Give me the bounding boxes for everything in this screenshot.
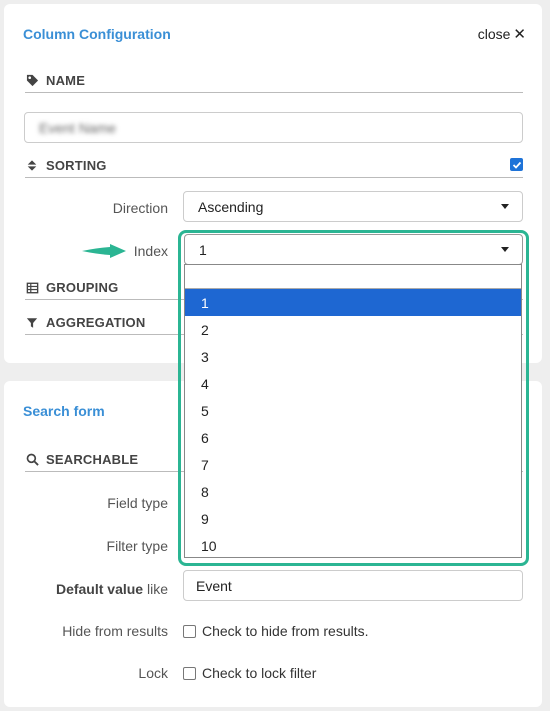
dropdown-option[interactable]: 5 (185, 397, 521, 424)
aggregation-section-label: AGGREGATION (46, 315, 146, 330)
default-value-label: Default value like (24, 581, 168, 597)
table-icon (25, 281, 39, 295)
dropdown-option[interactable]: 10 (185, 532, 521, 559)
close-label: close (477, 26, 511, 42)
lock-checkbox-row[interactable]: Check to lock filter (183, 665, 316, 681)
name-section-header: NAME (25, 69, 523, 93)
checkmark-icon (512, 161, 521, 169)
index-dropdown-list[interactable]: 1 2 3 4 5 6 7 8 9 10 (184, 264, 522, 558)
field-type-label: Field type (107, 495, 168, 511)
close-button[interactable]: close ✕ (478, 25, 526, 43)
default-value-label-suffix: like (143, 581, 168, 597)
hide-from-results-checkbox-row[interactable]: Check to hide from results. (183, 623, 369, 639)
sort-icon (25, 159, 39, 173)
direction-select[interactable]: Ascending (183, 191, 523, 222)
dropdown-option[interactable]: 2 (185, 316, 521, 343)
lock-checkbox[interactable] (183, 666, 196, 680)
caret-down-icon (501, 204, 509, 209)
dropdown-option[interactable]: 4 (185, 370, 521, 397)
sorting-section-header: SORTING (25, 154, 523, 178)
dropdown-search-field[interactable] (185, 265, 521, 289)
sorting-enabled-checkbox[interactable] (510, 158, 523, 171)
direction-label: Direction (112, 200, 168, 216)
dropdown-option[interactable]: 3 (185, 343, 521, 370)
index-select[interactable]: 1 (184, 234, 523, 265)
caret-down-icon (501, 247, 509, 252)
hide-from-results-label: Hide from results (62, 623, 168, 639)
column-configuration-title: Column Configuration (23, 26, 171, 42)
index-value: 1 (199, 241, 207, 258)
filter-type-label: Filter type (106, 538, 168, 554)
lock-text: Check to lock filter (202, 665, 317, 681)
default-value-label-bold: Default value (55, 581, 144, 597)
name-input[interactable]: Event Name (24, 112, 523, 143)
close-icon: ✕ (513, 26, 526, 43)
search-icon (25, 453, 39, 467)
default-value-input[interactable]: Event (183, 570, 523, 601)
hide-from-results-text: Check to hide from results. (202, 623, 369, 639)
dropdown-option[interactable]: 1 (185, 289, 521, 316)
name-section-label: NAME (46, 73, 86, 88)
tag-icon (25, 74, 39, 88)
search-form-title: Search form (23, 403, 105, 419)
lock-label: Lock (138, 665, 168, 681)
searchable-section-label: SEARCHABLE (46, 452, 139, 467)
direction-value: Ascending (198, 198, 264, 215)
hide-from-results-checkbox[interactable] (183, 624, 196, 638)
name-input-value: Event Name (39, 119, 117, 136)
dropdown-option[interactable]: 9 (185, 505, 521, 532)
grouping-section-label: GROUPING (46, 280, 119, 295)
dropdown-option[interactable]: 8 (185, 478, 521, 505)
dropdown-option[interactable]: 7 (185, 451, 521, 478)
arrow-right-icon (82, 244, 126, 258)
sorting-section-label: SORTING (46, 158, 107, 173)
default-value-text: Event (196, 577, 232, 594)
filter-icon (25, 316, 39, 330)
dropdown-option[interactable]: 6 (185, 424, 521, 451)
